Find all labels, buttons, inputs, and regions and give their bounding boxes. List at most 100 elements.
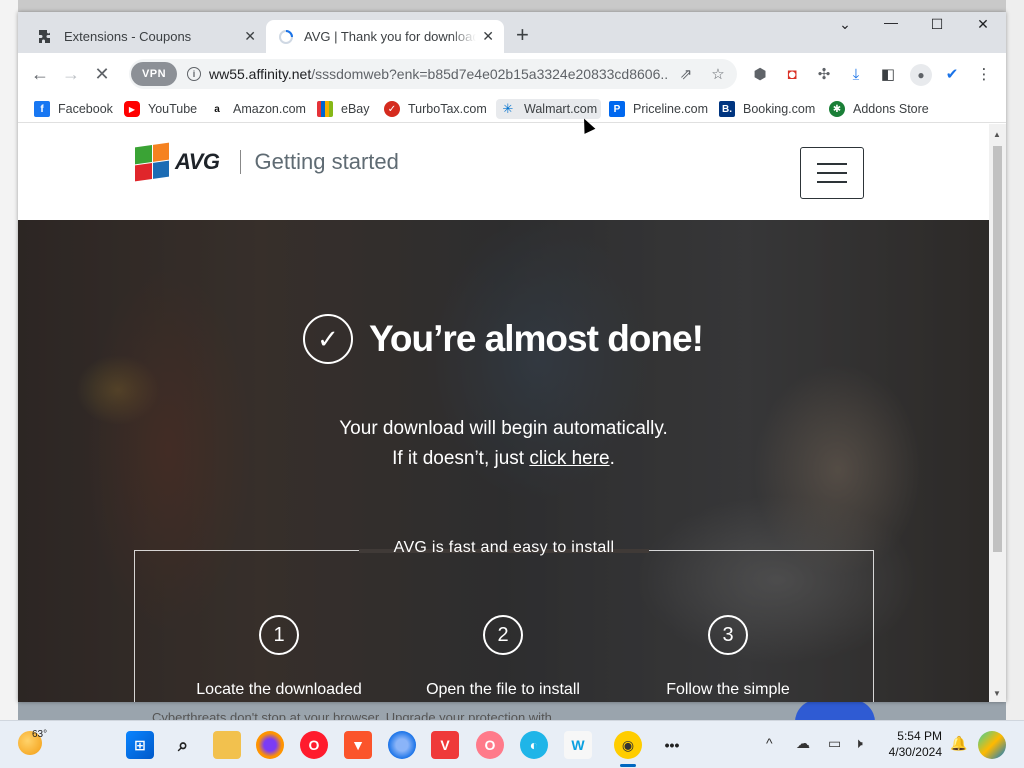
stop-loading-button[interactable]: ✕ [90,62,114,86]
show-hidden-icons-icon[interactable]: ^ [766,735,773,751]
avg-logo[interactable]: AVG Getting started [135,142,399,182]
desktop-top-strip [0,0,1024,12]
click-here-link[interactable]: click here [529,448,609,469]
maxthon-icon[interactable]: ◐ [520,731,548,759]
close-tab-icon[interactable]: ✕ [244,28,256,45]
bookmark-youtube[interactable]: ▶ YouTube [124,99,197,119]
hamburger-menu-button[interactable] [800,147,864,199]
tab-search-icon[interactable]: ⌄ [830,16,860,33]
chromium-icon[interactable] [388,731,416,759]
close-window-button[interactable]: ✕ [968,16,998,33]
bookmark-label: eBay [341,102,370,116]
extension-red-icon[interactable]: ◘ [782,64,802,84]
addons-icon: ✱ [829,101,845,117]
step-label: Open the file to install [426,681,580,698]
bookmark-label: Walmart.com [524,102,598,116]
windows-start-icon[interactable]: ⊞ [126,731,154,759]
bookmarks-bar: f Facebook ▶ YouTube a Amazon.com eBay ✓ Tur… [18,95,1006,123]
opera-gx-icon[interactable]: O [476,731,504,759]
priceline-icon: P [609,101,625,117]
bookmark-ebay[interactable]: eBay [317,99,370,119]
toolbar: ← → ✕ VPN i ww55.affinity.net/sssdomweb?… [18,53,1006,95]
search-icon[interactable]: ⌕ [169,731,197,759]
header-subtitle: Getting started [254,149,399,174]
bookmark-label: TurboTax.com [408,102,487,116]
install-step-2: 2 Open the file to install [413,615,593,699]
tab-strip: Extensions - Coupons ✕ AVG | Thank you f… [18,12,1006,53]
headline-text: You’re almost done! [369,318,704,359]
bookmark-label: Booking.com [743,102,816,116]
youtube-icon: ▶ [124,101,140,117]
bookmark-priceline[interactable]: P Priceline.com [609,99,708,119]
tab-avg-thank-you[interactable]: AVG | Thank you for downloading ✕ [266,20,504,53]
bookmark-walmart[interactable]: ✳ Walmart.com [496,99,602,119]
vpn-button[interactable]: VPN [131,62,177,86]
address-bar[interactable]: VPN i ww55.affinity.net/sssdomweb?enk=b8… [129,59,737,89]
share-icon[interactable]: ⇗ [677,65,695,83]
weather-widget[interactable]: 63° [18,729,47,755]
clock-date: 4/30/2024 [888,745,942,759]
more-apps-icon[interactable]: ••• [658,731,686,759]
bookmark-amazon[interactable]: a Amazon.com [209,99,306,119]
close-tab-icon[interactable]: ✕ [482,28,494,45]
app-w-icon[interactable]: W [564,731,592,759]
profile-avatar-icon[interactable]: ● [910,64,932,86]
menu-kebab-icon[interactable]: ⋮ [974,64,994,84]
bookmark-booking[interactable]: B. Booking.com [719,99,815,119]
loading-icon [278,29,294,45]
minimize-button[interactable]: — [876,14,906,30]
firefox-icon[interactable] [256,731,284,759]
tab-extensions-coupons[interactable]: Extensions - Coupons ✕ [26,20,266,53]
walmart-icon: ✳ [502,101,514,116]
avg-flag-icon [135,142,169,182]
avg-brand-text: AVG [175,149,220,174]
scroll-up-arrow-icon[interactable]: ▲ [993,130,1001,139]
download-icon[interactable]: ⤓ [846,64,866,84]
url-text[interactable]: ww55.affinity.net/sssdomweb?enk=b85d7e4e… [209,66,669,82]
back-button[interactable]: ← [28,62,52,86]
background-shield-logo [795,700,875,722]
extensions-puzzle-icon[interactable]: ✣ [814,64,834,84]
bookmark-turbotax[interactable]: ✓ TurboTax.com [384,99,487,119]
copilot-icon[interactable] [978,731,1006,759]
scroll-thumb[interactable] [993,146,1002,552]
tab-title: Extensions - Coupons [64,29,192,44]
opera-icon[interactable]: O [300,731,328,759]
new-tab-button[interactable]: + [516,24,529,46]
network-off-icon[interactable]: ☁ [796,735,810,752]
site-info-icon[interactable]: i [187,67,201,81]
install-steps-box: AVG is fast and easy to install 1 Locate… [134,539,874,702]
install-step-3: 3 Follow the simple [638,615,818,699]
bookmark-facebook[interactable]: f Facebook [34,99,113,119]
logo-divider [239,150,241,174]
notification-bell-icon[interactable]: 🔔 [950,735,967,752]
brave-icon[interactable]: ▼ [344,731,372,759]
file-explorer-icon[interactable] [213,731,241,759]
bookmark-label: Addons Store [853,102,929,116]
volume-muted-icon[interactable]: 🕨 [854,735,863,752]
scroll-down-arrow-icon[interactable]: ▼ [993,689,1001,698]
windows-taskbar: 63° ⊞ ⌕ O ▼ V O ◐ W ◉ ••• ^ ☁ ▭ 🕨 5:54 P… [0,720,1024,768]
page-scrollbar[interactable]: ▲ ▼ [989,124,1006,702]
step-number: 2 [483,615,523,655]
avg-secure-browser-icon[interactable]: ◉ [614,731,642,759]
forward-button[interactable]: → [59,62,83,86]
hero-section: ✓ You’re almost done! Your download will… [18,220,989,702]
maximize-button[interactable]: ☐ [922,16,952,33]
step-number: 3 [708,615,748,655]
side-panel-icon[interactable]: ◧ [878,64,898,84]
display-icon[interactable]: ▭ [828,735,841,752]
bookmark-addons-store[interactable]: ✱ Addons Store [829,99,929,119]
security-check-icon[interactable]: ✔ [942,64,962,84]
clock-time: 5:54 PM [897,729,942,743]
extension-shield-icon[interactable]: ⬢ [750,64,770,84]
vivaldi-icon[interactable]: V [431,731,459,759]
amazon-icon: a [214,103,220,115]
fallback-message: If it doesn’t, just click here. [392,448,615,469]
page-headline: ✓ You’re almost done! [303,314,704,364]
bookmark-star-icon[interactable]: ☆ [709,65,727,83]
download-message: Your download will begin automatically. [339,418,668,439]
background-window-right [1006,0,1024,720]
system-clock[interactable]: 5:54 PM 4/30/2024 [878,728,942,760]
tab-title: AVG | Thank you for downloading [304,29,476,44]
